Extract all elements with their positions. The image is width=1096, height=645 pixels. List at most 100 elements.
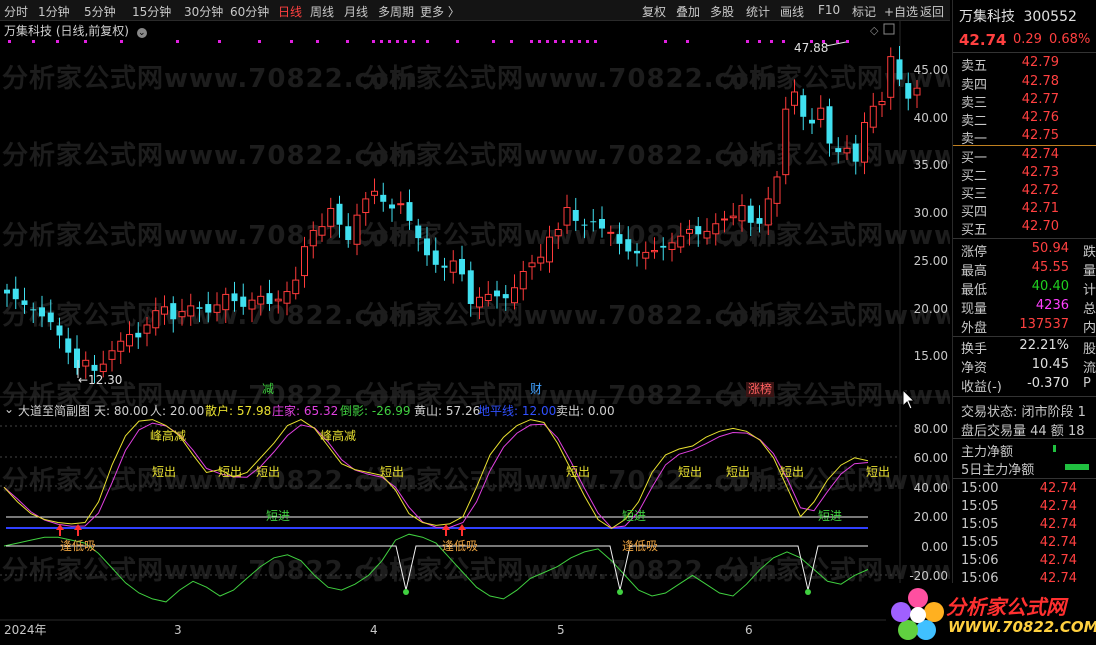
quote-row: 净资 10.45 流 [961,357,1096,376]
signal-dot [8,40,11,43]
candle-body [835,148,842,153]
add-watchlist-button[interactable]: +自选 [884,3,918,20]
mark-button[interactable]: 标记 [852,3,876,20]
candle-body [563,207,571,226]
bid-row[interactable]: 买五 42.70 [961,219,1096,238]
candle-body [668,242,676,250]
candle-body [554,228,562,237]
period-toolbar: 分时 1分钟 5分钟 15分钟 30分钟 60分钟 日线 周线 月线 多周期 更… [0,0,950,21]
candle-body [651,249,658,253]
period-tab-monthly[interactable]: 月线 [344,3,368,20]
low-price-label: ←12.30 [78,373,122,387]
bid-row[interactable]: 买四 42.71 [961,201,1096,220]
signal-label-short_out: 短出 [218,465,242,479]
period-tab-5min[interactable]: 5分钟 [84,3,116,20]
quote-label: 外盘 [961,321,988,336]
candle-body [800,95,807,117]
indicator-tick-label: 20.00 [914,510,948,524]
candle-body [47,312,54,323]
quote-label: 涨停 [961,245,988,260]
signal-label-short_out: 短出 [566,465,590,479]
candle-body [336,203,343,225]
candle-body [274,298,282,302]
draw-line-button[interactable]: 画线 [780,3,804,20]
candle-body [511,287,518,304]
bid-price: 42.72 [1021,183,1059,198]
period-tab-weekly[interactable]: 周线 [310,3,334,20]
candle-body [449,260,457,273]
signal-dot [412,40,415,43]
period-tab-more[interactable]: 更多 〉 [420,3,460,20]
tick-row: 15:06 42.74 [961,553,1096,572]
adjust-button[interactable]: 复权 [642,3,666,20]
signal-dot [562,40,565,43]
quote-row: 换手 22.21% 股 [961,338,1096,357]
indicator-panel: 峰高减 峰高减短出 短出 短出 短出 短出 短出 短出 短出 短出短进 短进 短进逢低吸 逢低吸 逢低吸 … [0,419,948,603]
price-tick-label: 35.00 [914,158,948,172]
period-tab-intraday[interactable]: 分时 [4,3,28,20]
period-tab-15min[interactable]: 15分钟 [132,3,171,20]
event-marker-finance[interactable]: 财 [530,382,542,396]
bid-row[interactable]: 买一 42.74 [961,147,1096,166]
indicator-param: 倒影: -26.99 [340,404,411,418]
candle-body [432,250,439,265]
signal-dot [316,40,319,43]
quote-extra: 跌 [1083,245,1096,260]
candle-body [266,293,273,304]
candle-body [187,305,195,317]
overlay-button[interactable]: 叠加 [676,3,700,20]
tick-row: 15:05 42.74 [961,499,1096,518]
indicator-param: 天: 80.00 [94,404,149,418]
ask-row[interactable]: 卖二 42.76 [961,110,1096,129]
indicator-tick-label: -20.00 [909,569,948,583]
ask-row[interactable]: 卖四 42.78 [961,74,1096,93]
signal-dot [686,40,689,43]
candle-body [415,225,422,239]
bid-row[interactable]: 买三 42.72 [961,183,1096,202]
period-tab-30min[interactable]: 30分钟 [184,3,223,20]
period-tab-daily[interactable]: 日线 [278,3,302,20]
candle-body [91,364,98,371]
statistics-button[interactable]: 统计 [746,3,770,20]
ask-row[interactable]: 卖五 42.79 [961,55,1096,74]
candle-body [721,218,728,221]
ask-row[interactable]: 卖三 42.77 [961,92,1096,111]
candle-body [196,307,203,309]
trade-status: 交易状态: 闭市阶段 1 [961,405,1086,420]
chart-canvas[interactable]: 45.00 40.00 35.00 30.00 25.00 20.00 15.0… [0,20,950,645]
indicator-header: ⌄ 大道至简副图 天: 80.00 人: 20.00 散户: 57.98 庄家:… [4,402,904,419]
maximize-panel-icon[interactable] [883,23,895,35]
period-tab-multi[interactable]: 多周期 [378,3,414,20]
quote-value: 50.94 [1031,241,1069,256]
bid-row[interactable]: 买二 42.73 [961,165,1096,184]
quote-label: 换手 [961,342,988,357]
indicator-param: 地平线: 12.00 [478,404,557,418]
tick-price: 42.74 [1039,499,1077,514]
bid-price: 42.71 [1021,201,1059,216]
event-marker-limit-up[interactable]: 涨榜 [748,381,772,396]
quote-row: 现量 4236 总 [961,298,1096,317]
signal-dot [538,40,541,43]
candle-body [406,202,413,221]
event-marker-reduce[interactable]: 减 [262,382,274,396]
chart-option-icon[interactable]: ◇ [870,24,879,37]
title-dropdown-icon[interactable]: ⌄ [136,28,147,38]
tick-time: 15:05 [961,499,999,514]
f10-button[interactable]: F10 [818,3,840,17]
signal-dot [388,40,391,43]
indicator-name[interactable]: 大道至简副图 [18,402,90,419]
signal-label-short_in: 短进 [622,509,646,523]
indicator-collapse-icon[interactable]: ⌄ [4,402,14,416]
candle-body [905,83,912,99]
buy-arrow-icon [56,524,64,536]
back-button[interactable]: 返回 [920,3,944,20]
stock-code: 300552 [1023,9,1077,25]
candle-body [913,87,921,96]
period-tab-60min[interactable]: 60分钟 [230,3,269,20]
divider [953,336,1096,337]
candle-body [309,229,317,247]
multi-stock-button[interactable]: 多股 [710,3,734,20]
period-tab-1min[interactable]: 1分钟 [38,3,70,20]
candle-body [441,265,448,268]
signal-dot [664,40,667,43]
